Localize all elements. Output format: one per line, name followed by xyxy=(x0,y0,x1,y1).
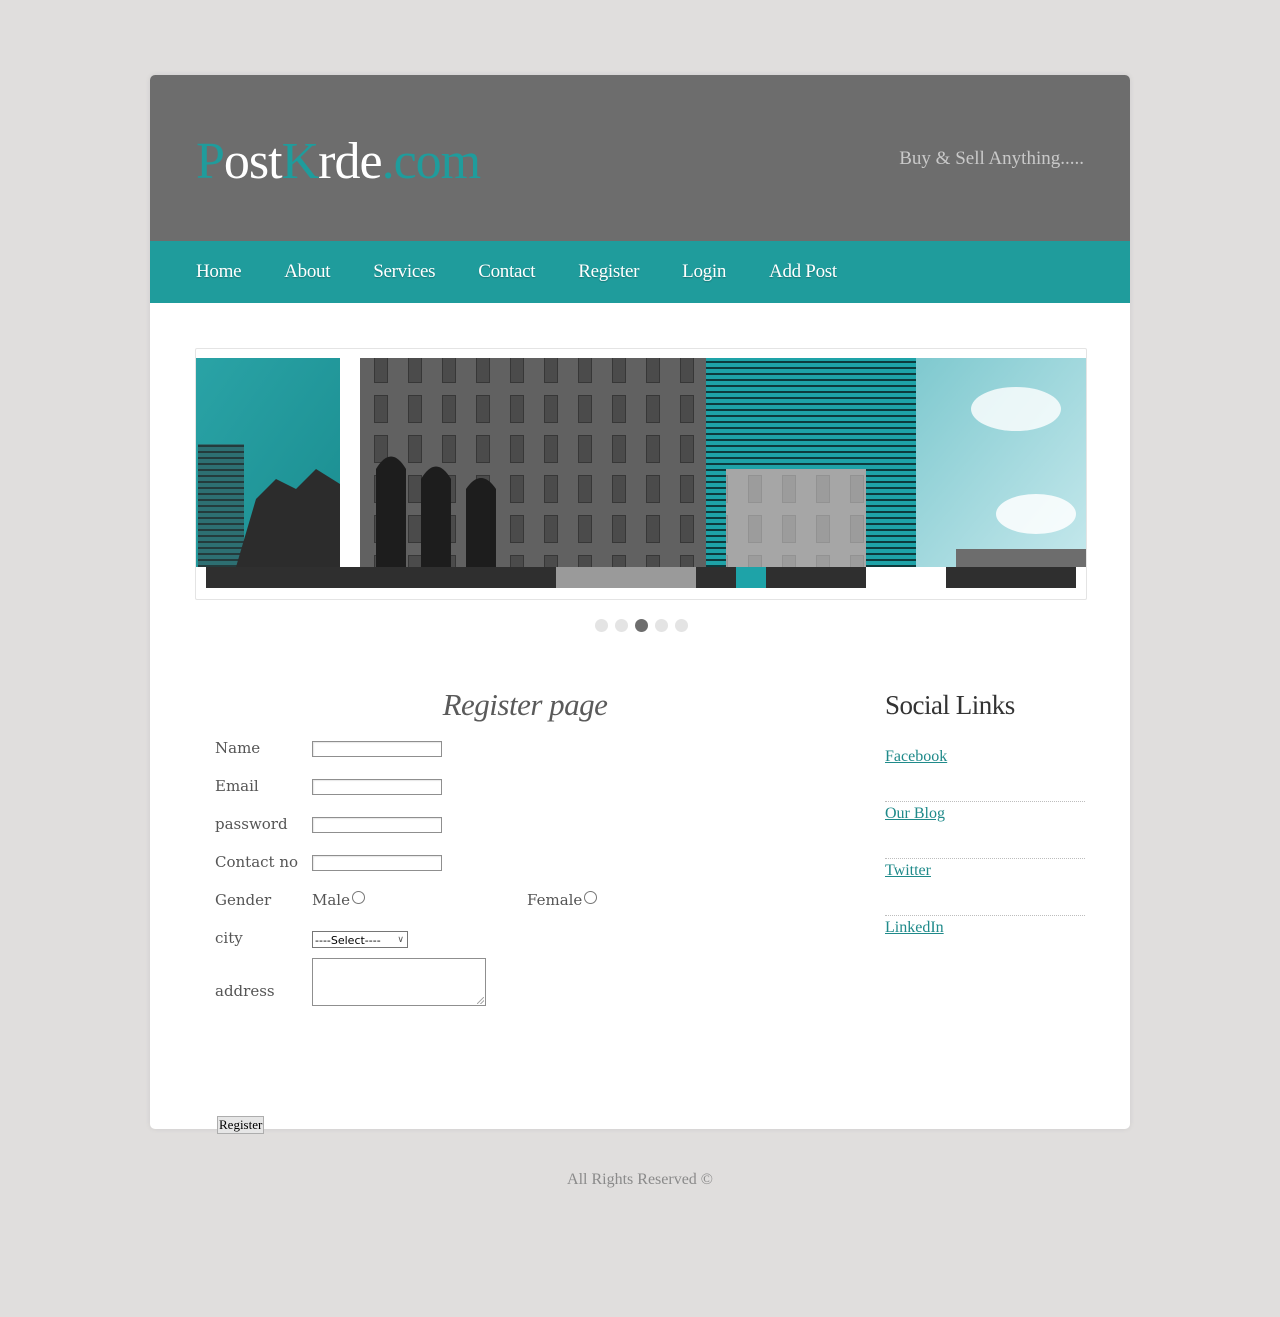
male-label: Male xyxy=(312,891,350,909)
site-logo[interactable]: PostKrde.com xyxy=(196,129,481,195)
password-field[interactable] xyxy=(312,817,442,833)
page-title: Register page xyxy=(442,687,608,722)
gender-female-option[interactable]: Female xyxy=(527,891,598,909)
sidebar-link-blog[interactable]: Our Blog xyxy=(885,802,945,826)
nav-item-contact[interactable]: Contact xyxy=(478,241,535,303)
slider-pagination xyxy=(595,619,688,632)
nav-item-home[interactable]: Home xyxy=(196,241,242,303)
male-radio[interactable] xyxy=(351,891,365,904)
contact-field[interactable] xyxy=(312,855,442,871)
gender-male-option[interactable]: Male xyxy=(312,891,365,909)
slider-image xyxy=(196,358,1086,588)
nav-item-register[interactable]: Register xyxy=(578,241,639,303)
sidebar-link-twitter[interactable]: Twitter xyxy=(885,859,931,883)
nav-menu: Home About Services Contact Register Log… xyxy=(150,241,1130,303)
sidebar-link-facebook[interactable]: Facebook xyxy=(885,745,947,769)
nav-item-login[interactable]: Login xyxy=(682,241,726,303)
slider-dot[interactable] xyxy=(675,619,688,632)
contact-label: Contact no xyxy=(215,853,299,871)
nav-item-services[interactable]: Services xyxy=(373,241,435,303)
resize-grip-icon[interactable] xyxy=(477,997,484,1004)
female-radio[interactable] xyxy=(584,891,598,904)
name-label: Name xyxy=(215,739,261,757)
sidebar-title: Social Links xyxy=(885,690,1015,720)
nav-item-add-post[interactable]: Add Post xyxy=(769,241,837,303)
slider-dot[interactable] xyxy=(615,619,628,632)
chevron-down-icon: ∨ xyxy=(397,935,404,945)
address-label: address xyxy=(215,982,275,1000)
city-label: city xyxy=(215,929,243,947)
nav-item-about[interactable]: About xyxy=(284,241,330,303)
address-textarea[interactable] xyxy=(312,958,486,1006)
female-label: Female xyxy=(527,891,583,909)
site-slogan: Buy & Sell Anything..... xyxy=(899,148,1084,169)
password-label: password xyxy=(215,815,288,833)
city-select[interactable]: ----Select---- ∨ xyxy=(312,931,408,948)
slider-dot[interactable] xyxy=(655,619,668,632)
slider-dot-active[interactable] xyxy=(635,619,648,632)
sidebar: Social Links Facebook Our Blog Twitter L… xyxy=(885,683,1085,973)
email-field[interactable] xyxy=(312,779,442,795)
register-button[interactable]: Register xyxy=(217,1116,265,1134)
email-label: Email xyxy=(215,777,259,795)
slider-dot[interactable] xyxy=(595,619,608,632)
main-container: PostKrde.com Buy & Sell Anything..... Ho… xyxy=(150,75,1130,1134)
sidebar-link-linkedin[interactable]: LinkedIn xyxy=(885,916,944,940)
footer-text: All Rights Reserved © xyxy=(567,1171,713,1188)
name-field[interactable] xyxy=(312,741,442,757)
header: PostKrde.com Buy & Sell Anything..... xyxy=(150,75,1130,241)
image-slider[interactable] xyxy=(195,348,1087,600)
city-select-value: ----Select---- xyxy=(315,934,381,947)
gender-label: Gender xyxy=(215,891,272,909)
